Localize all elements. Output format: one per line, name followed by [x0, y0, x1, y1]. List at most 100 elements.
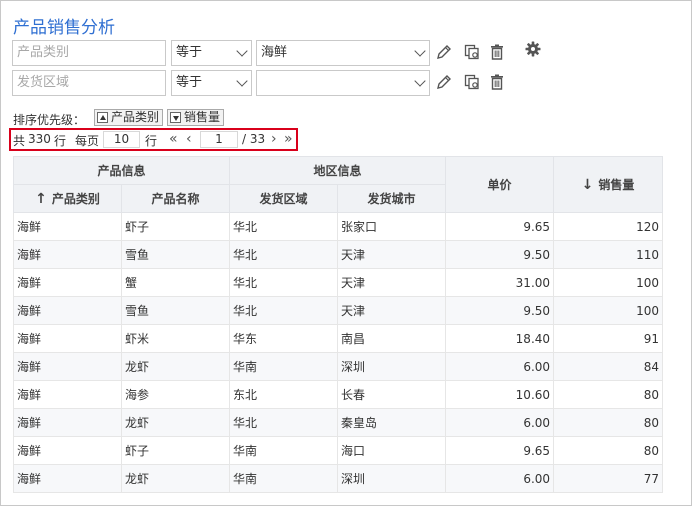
pencil-icon[interactable]	[435, 73, 453, 91]
filter-value-select[interactable]	[256, 70, 430, 96]
filter-value-select[interactable]: 海鲜	[256, 40, 430, 66]
cell-name: 虾子	[120, 212, 231, 241]
chevron-down-icon	[414, 45, 426, 57]
sort-down-icon	[170, 112, 181, 123]
pager-total-pages: / 33	[242, 132, 266, 146]
pager-per-page-label: 每页	[75, 134, 100, 148]
sort-button-qty[interactable]: 销售量	[167, 109, 225, 126]
cell-price: 9.65	[445, 212, 555, 241]
column-header-price[interactable]: 单价	[445, 156, 555, 213]
table-row[interactable]: 海鲜 虾子 华南 海口 9.65 80	[13, 436, 664, 465]
cell-region: 华南	[229, 464, 339, 493]
cell-city: 天津	[337, 268, 447, 297]
column-header-name[interactable]: 产品名称	[120, 184, 231, 213]
column-header-region[interactable]: 发货区域	[229, 184, 339, 213]
cell-region: 华北	[229, 408, 339, 437]
cell-city: 深圳	[337, 464, 447, 493]
cell-name: 雪鱼	[120, 296, 231, 325]
report-panel: 产品销售分析 产品类别 等于 海鲜 发货区域 等于 排序优先级： 产品类别 销售…	[0, 0, 692, 506]
table-row[interactable]: 海鲜 龙虾 华南 深圳 6.00 84	[13, 352, 664, 381]
sort-button-category[interactable]: 产品类别	[94, 109, 164, 126]
column-header-qty[interactable]: ↓ 销售量	[553, 156, 664, 213]
filter-field-input[interactable]: 产品类别	[12, 40, 166, 66]
cell-qty: 80	[553, 436, 664, 465]
prev-page-icon[interactable]: ‹	[186, 131, 192, 148]
chevron-down-icon	[236, 45, 248, 57]
gear-icon[interactable]	[524, 40, 542, 58]
cell-city: 秦皇岛	[337, 408, 447, 437]
cell-qty: 84	[553, 352, 664, 381]
copy-settings-icon[interactable]	[463, 73, 481, 91]
cell-name: 龙虾	[120, 464, 231, 493]
pager-per-page-suffix: 行	[145, 134, 158, 148]
cell-city: 南昌	[337, 324, 447, 353]
filter-row-2: 发货区域 等于	[12, 70, 572, 96]
trash-icon[interactable]	[488, 43, 506, 61]
cell-region: 华北	[229, 296, 339, 325]
table-row[interactable]: 海鲜 龙虾 华南 深圳 6.00 77	[13, 464, 664, 493]
cell-city: 深圳	[337, 352, 447, 381]
sort-priority-label: 排序优先级：	[13, 113, 86, 127]
first-page-icon[interactable]: «	[169, 131, 178, 148]
sort-button-label: 销售量	[184, 110, 221, 124]
pager-total-count: 330	[28, 132, 51, 146]
cell-category: 海鲜	[13, 240, 122, 269]
filter-operator-value: 等于	[176, 75, 203, 90]
filter-operator-select[interactable]: 等于	[171, 40, 252, 66]
cell-name: 雪鱼	[120, 240, 231, 269]
table-row[interactable]: 海鲜 雪鱼 华北 天津 9.50 110	[13, 240, 664, 269]
current-page-input[interactable]: 1	[200, 131, 238, 148]
cell-city: 长春	[337, 380, 447, 409]
cell-qty: 80	[553, 408, 664, 437]
cell-name: 虾米	[120, 324, 231, 353]
next-page-icon[interactable]: ›	[271, 131, 277, 148]
group-header-product: 产品信息	[12, 156, 231, 185]
column-header-label: 销售量	[598, 178, 635, 192]
cell-city: 张家口	[337, 212, 447, 241]
cell-category: 海鲜	[13, 408, 122, 437]
cell-name: 海参	[120, 380, 231, 409]
cell-price: 10.60	[445, 380, 555, 409]
table-row[interactable]: 海鲜 虾米 华东 南昌 18.40 91	[13, 324, 664, 353]
table-row[interactable]: 海鲜 海参 东北 长春 10.60 80	[13, 380, 664, 409]
cell-price: 31.00	[445, 268, 555, 297]
cell-region: 华东	[229, 324, 339, 353]
sort-down-arrow-icon: ↓	[581, 177, 594, 193]
cell-region: 华南	[229, 436, 339, 465]
pager-total-suffix: 行	[54, 134, 67, 148]
trash-icon[interactable]	[488, 73, 506, 91]
cell-category: 海鲜	[13, 212, 122, 241]
table-row[interactable]: 海鲜蟹华北 天津 31.00 100	[13, 268, 664, 297]
cell-qty: 91	[553, 324, 664, 353]
filter-value-text: 海鲜	[261, 45, 288, 60]
cell-qty: 100	[553, 296, 664, 325]
column-header-category[interactable]: ↑ 产品类别	[13, 184, 122, 213]
cell-region: 华北	[229, 212, 339, 241]
filter-operator-select[interactable]: 等于	[171, 70, 252, 96]
column-header-label: 产品类别	[51, 192, 100, 206]
cell-category: 海鲜	[13, 464, 122, 493]
table-row[interactable]: 海鲜 雪鱼 华北 天津 9.50 100	[13, 296, 664, 325]
pencil-icon[interactable]	[435, 43, 453, 61]
pager-total-prefix: 共	[13, 134, 26, 148]
filter-field-input[interactable]: 发货区域	[12, 70, 166, 96]
last-page-icon[interactable]: »	[284, 131, 293, 148]
sort-button-label: 产品类别	[111, 110, 160, 124]
cell-price: 18.40	[445, 324, 555, 353]
table-row[interactable]: 海鲜 虾子 华北 张家口 9.65 120	[13, 212, 664, 241]
table-row[interactable]: 海鲜 龙虾 华北 秦皇岛 6.00 80	[13, 408, 664, 437]
cell-price: 6.00	[445, 408, 555, 437]
sort-up-icon	[97, 112, 108, 123]
cell-category: 海鲜	[13, 380, 122, 409]
cell-price: 9.50	[445, 240, 555, 269]
chevron-down-icon	[414, 75, 426, 87]
cell-qty: 100	[553, 268, 664, 297]
column-header-city[interactable]: 发货城市	[337, 184, 447, 213]
cell-price: 6.00	[445, 464, 555, 493]
cell-region: 华南	[229, 352, 339, 381]
copy-settings-icon[interactable]	[463, 43, 481, 61]
chevron-down-icon	[236, 75, 248, 87]
cell-category: 海鲜	[13, 268, 122, 297]
cell-category: 海鲜	[13, 436, 122, 465]
per-page-input[interactable]: 10	[103, 131, 140, 148]
